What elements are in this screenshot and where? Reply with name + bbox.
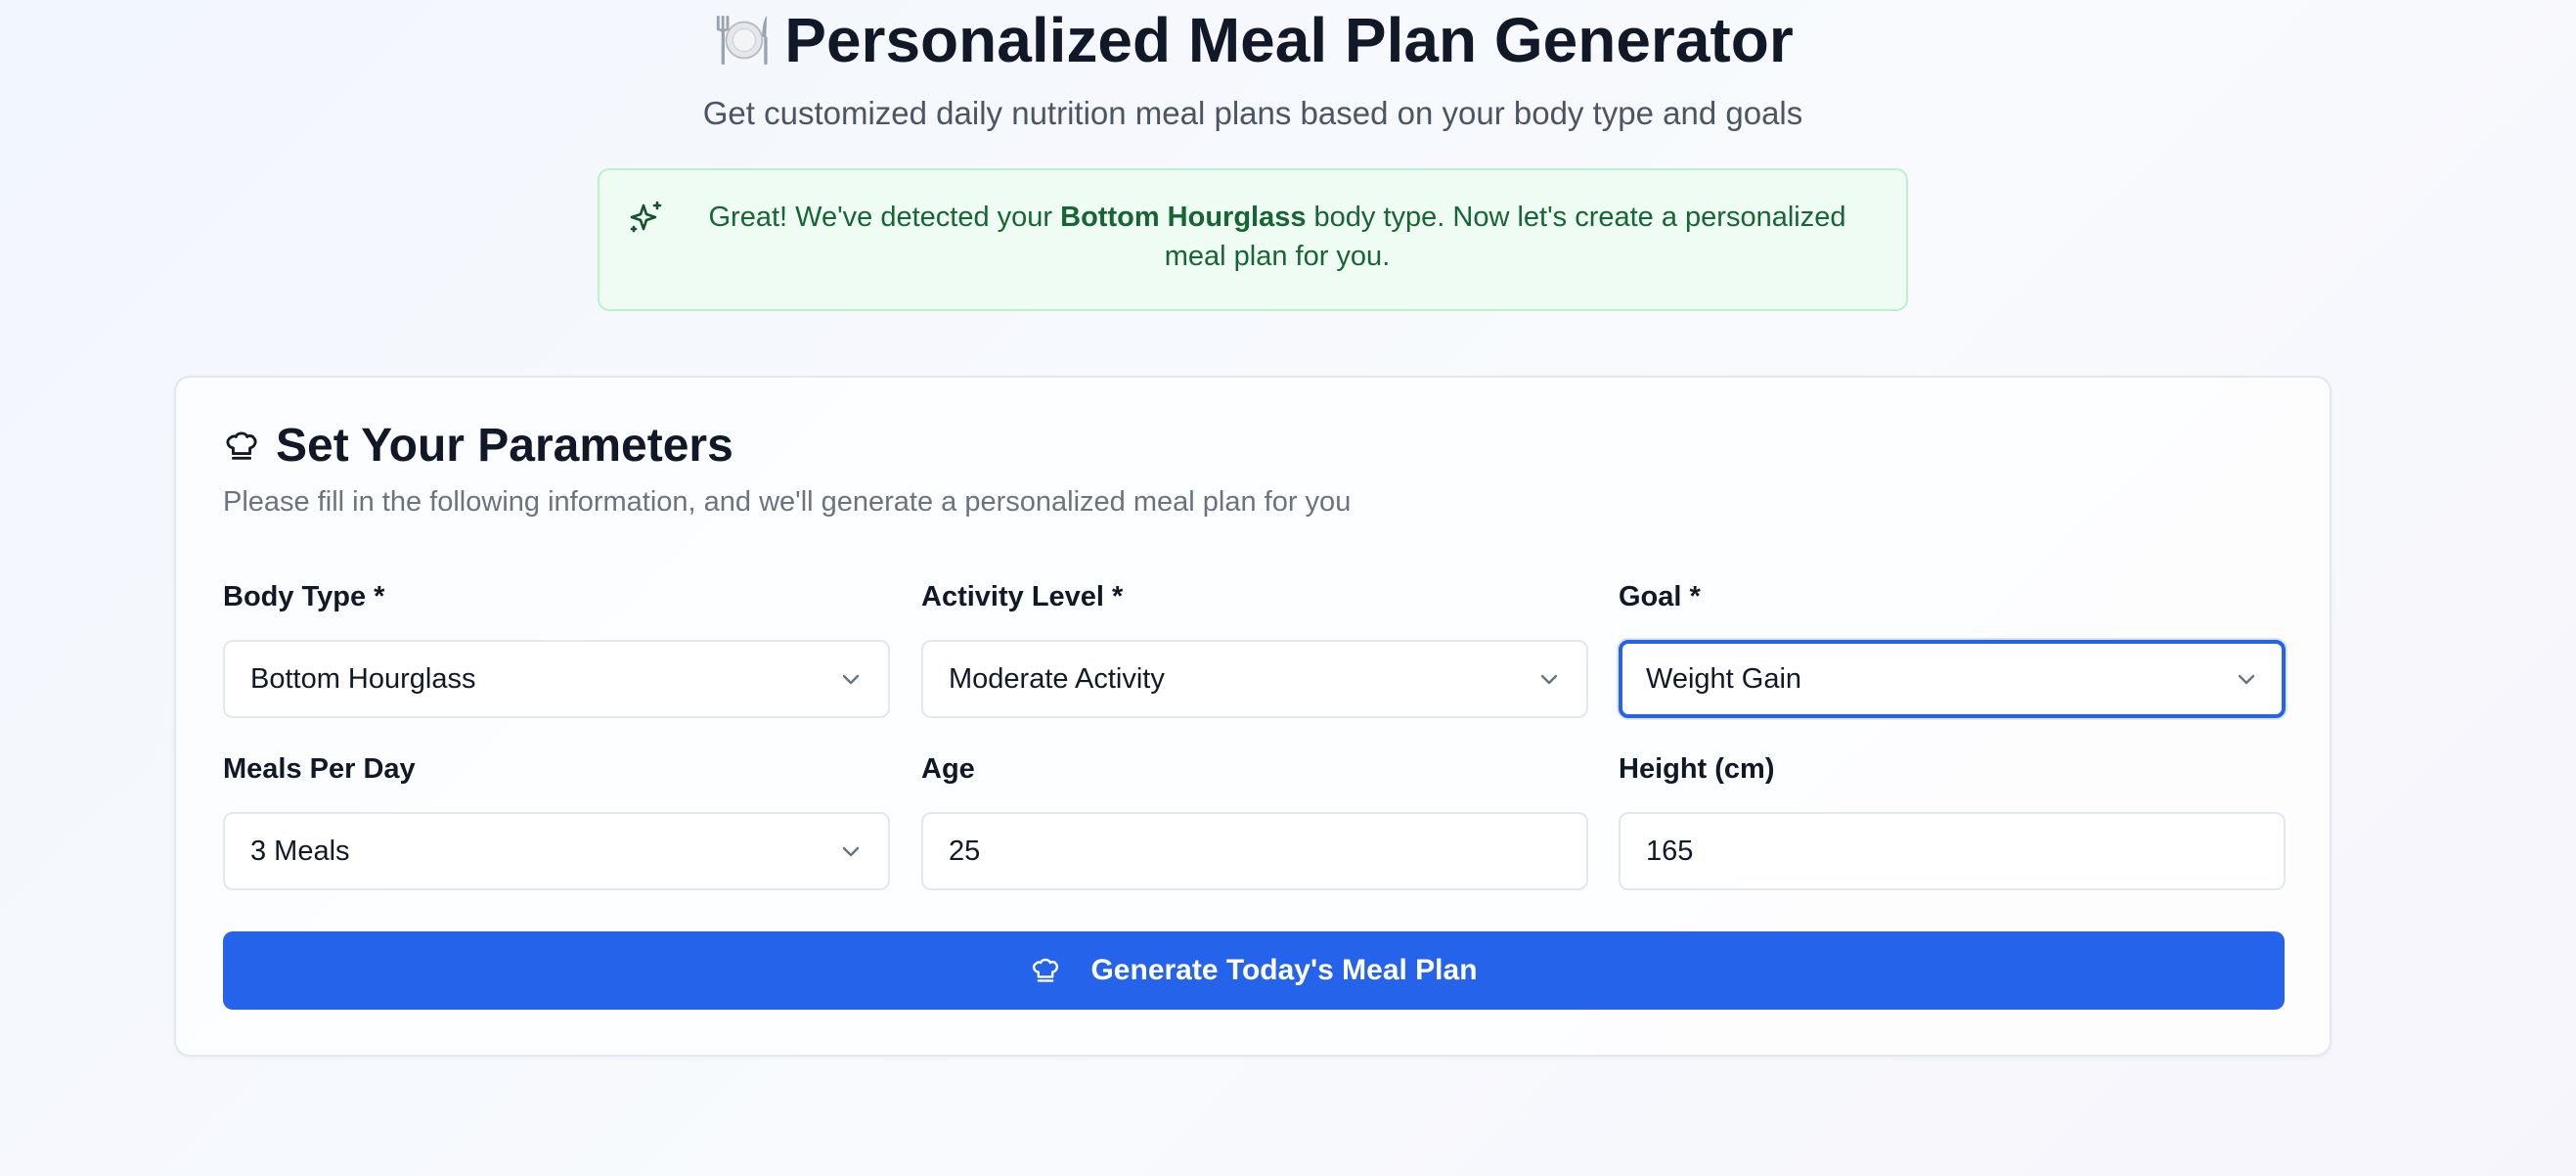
height-field: Height (cm) bbox=[1619, 751, 2286, 890]
meals-per-day-field: Meals Per Day 3 Meals bbox=[223, 751, 890, 890]
goal-value: Weight Gain bbox=[1646, 662, 1802, 695]
meals-per-day-label: Meals Per Day bbox=[223, 753, 416, 785]
chevron-down-icon bbox=[842, 674, 860, 685]
meals-per-day-select[interactable]: 3 Meals bbox=[223, 812, 890, 890]
chef-hat-icon bbox=[226, 431, 257, 460]
generate-button-label: Generate Today's Meal Plan bbox=[1090, 954, 1478, 986]
age-input-wrapper bbox=[921, 812, 1588, 890]
alert-message: Great! We've detected your Bottom Hourgl… bbox=[678, 198, 1877, 276]
card-title: Set Your Parameters bbox=[223, 417, 733, 475]
body-type-select[interactable]: Bottom Hourglass bbox=[223, 640, 890, 718]
body-type-detected-alert: Great! We've detected your Bottom Hourgl… bbox=[598, 168, 1908, 311]
page-title-text: Personalized Meal Plan Generator bbox=[784, 5, 1794, 75]
alert-text-before: Great! We've detected your bbox=[708, 202, 1061, 233]
goal-select[interactable]: Weight Gain bbox=[1619, 640, 2286, 718]
height-label: Height (cm) bbox=[1619, 753, 1775, 785]
activity-level-field: Activity Level * Moderate Activity bbox=[921, 579, 1588, 718]
sparkle-icon bbox=[630, 201, 662, 233]
chef-hat-icon bbox=[1033, 958, 1059, 982]
age-label: Age bbox=[921, 753, 975, 785]
card-description: Please fill in the following information… bbox=[223, 486, 1352, 518]
goal-label: Goal * bbox=[1619, 581, 1701, 612]
page-header: Personalized Meal Plan Generator Get cus… bbox=[0, 0, 2506, 133]
age-field: Age bbox=[921, 751, 1588, 890]
chevron-down-icon bbox=[842, 846, 860, 857]
age-input[interactable] bbox=[949, 835, 1561, 868]
meals-per-day-value: 3 Meals bbox=[250, 835, 350, 867]
height-input[interactable] bbox=[1646, 835, 2258, 868]
body-type-field: Body Type * Bottom Hourglass bbox=[223, 579, 890, 718]
goal-field: Goal * Weight Gain bbox=[1619, 579, 2286, 718]
chevron-down-icon bbox=[2238, 674, 2255, 685]
page-title: Personalized Meal Plan Generator bbox=[0, 0, 2506, 74]
activity-level-label: Activity Level * bbox=[921, 581, 1124, 612]
height-input-wrapper bbox=[1619, 812, 2286, 890]
generate-meal-plan-button[interactable]: Generate Today's Meal Plan bbox=[223, 931, 2285, 1010]
activity-level-value: Moderate Activity bbox=[949, 662, 1165, 695]
plate-cutlery-icon bbox=[717, 15, 768, 66]
parameters-card: Set Your Parameters Please fill in the f… bbox=[174, 376, 2332, 1057]
chevron-down-icon bbox=[1540, 674, 1558, 685]
activity-level-select[interactable]: Moderate Activity bbox=[921, 640, 1588, 718]
detected-body-type: Bottom Hourglass bbox=[1060, 202, 1307, 233]
body-type-value: Bottom Hourglass bbox=[250, 662, 476, 695]
body-type-label: Body Type * bbox=[223, 581, 385, 612]
page-subtitle: Get customized daily nutrition meal plan… bbox=[702, 95, 1803, 131]
card-title-text: Set Your Parameters bbox=[276, 420, 733, 472]
